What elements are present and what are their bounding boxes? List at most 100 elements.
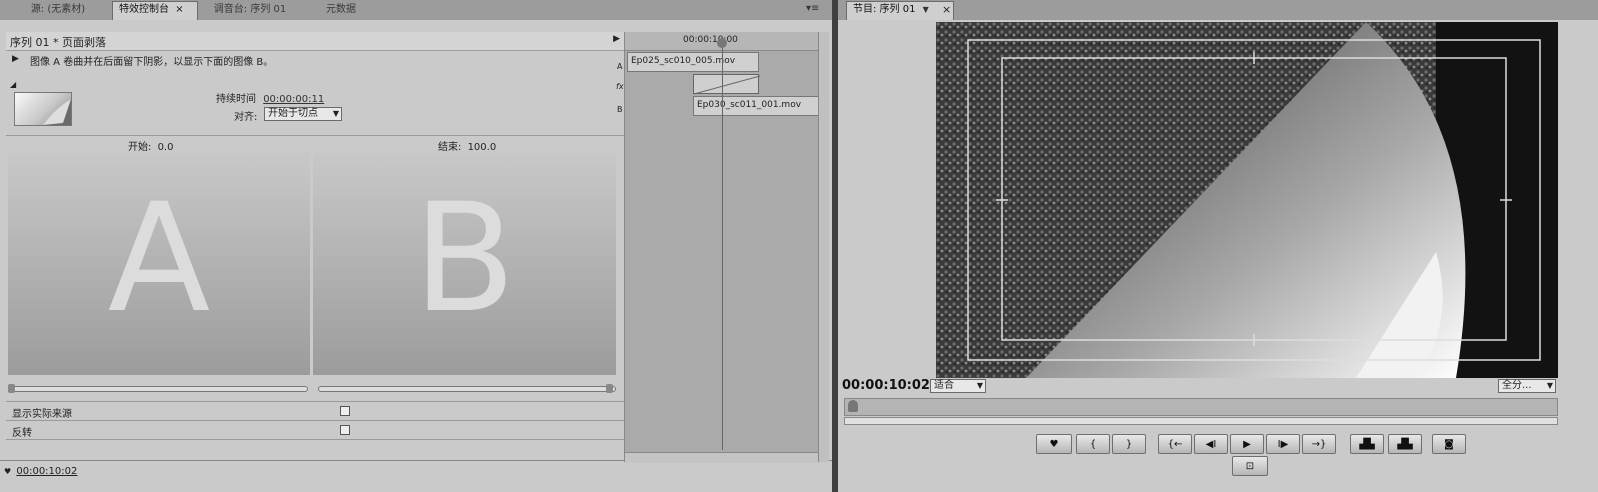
vertical-scrollbar[interactable] bbox=[818, 32, 829, 462]
close-icon[interactable]: × bbox=[942, 3, 951, 16]
mark-out-icon: } bbox=[1125, 438, 1133, 450]
step-forward-button[interactable]: I▶ bbox=[1266, 434, 1300, 454]
playhead-icon[interactable] bbox=[717, 38, 727, 48]
reverse-checkbox[interactable] bbox=[340, 425, 350, 435]
program-timecode[interactable]: 00:00:10:02 bbox=[842, 378, 930, 393]
lift-icon: ▟▙ bbox=[1359, 438, 1375, 450]
tab-program-label: 节目: 序列 01 bbox=[853, 4, 916, 15]
chevron-down-icon: ▼ bbox=[1546, 381, 1553, 390]
left-tab-bar: 源: (无素材) 特效控制台 × 调音台: 序列 01 元数据 ▾≡ bbox=[0, 0, 832, 21]
step-forward-icon: I▶ bbox=[1277, 438, 1289, 450]
start-slider[interactable] bbox=[10, 386, 308, 392]
playhead-icon[interactable] bbox=[848, 400, 858, 412]
mark-in-icon: { bbox=[1089, 438, 1097, 450]
preview-letter-a: A bbox=[107, 172, 211, 346]
timeline-scrollbar[interactable] bbox=[625, 452, 819, 463]
tab-audio-mixer[interactable]: 调音台: 序列 01 bbox=[194, 2, 306, 18]
clip-b[interactable]: Ep030_sc011_001.mov bbox=[693, 96, 819, 116]
preview-start: A bbox=[8, 151, 310, 375]
go-to-in-button[interactable]: {← bbox=[1158, 434, 1192, 454]
expand-triangle-icon[interactable]: ▶ bbox=[12, 54, 19, 64]
extract-icon: ▟▙ bbox=[1397, 438, 1413, 450]
clip-b-name: Ep030_sc011_001.mov bbox=[697, 100, 802, 110]
divider bbox=[6, 401, 624, 402]
effect-header-bar: 序列 01 * 页面剥落 ▶ bbox=[6, 32, 624, 51]
preview-letter-b: B bbox=[413, 172, 516, 346]
corner-arrow-icon[interactable]: ◢ bbox=[10, 80, 16, 89]
marker-icon: ♥ bbox=[1049, 438, 1059, 450]
fit-dropdown-value: 适合 bbox=[934, 380, 954, 391]
zoom-scrollbar[interactable] bbox=[844, 417, 1558, 425]
end-slider[interactable] bbox=[318, 386, 616, 392]
clip-a-name: Ep025_sc010_005.mov bbox=[631, 56, 736, 66]
tab-metadata[interactable]: 元数据 bbox=[306, 2, 376, 18]
page-peel-icon bbox=[43, 99, 71, 125]
align-dropdown[interactable]: 开始于切点 ▼ bbox=[264, 107, 342, 121]
timeline-area: 00:00:10:00 Ep025_sc010_005.mov Ep030_sc… bbox=[624, 32, 819, 463]
go-to-out-icon: →} bbox=[1311, 438, 1327, 450]
transition-diagonal-icon bbox=[694, 75, 760, 95]
extract-button[interactable]: ▟▙ bbox=[1388, 434, 1422, 454]
export-frame-button[interactable]: ◙ bbox=[1432, 434, 1466, 454]
lift-button[interactable]: ▟▙ bbox=[1350, 434, 1384, 454]
camera-icon: ◙ bbox=[1444, 438, 1454, 450]
safe-margins-icon: ⊡ bbox=[1245, 460, 1255, 472]
marker-icon: ♥ bbox=[4, 467, 12, 476]
mark-out-button[interactable]: } bbox=[1112, 434, 1146, 454]
close-icon[interactable]: × bbox=[175, 4, 183, 15]
align-label: 对齐: bbox=[234, 112, 258, 123]
chevron-down-icon: ▼ bbox=[976, 381, 983, 390]
effect-header-title: 序列 01 * 页面剥落 bbox=[10, 36, 106, 49]
safe-margins-button[interactable]: ⊡ bbox=[1232, 456, 1268, 476]
playhead-line[interactable] bbox=[722, 40, 723, 450]
transition-thumbnail[interactable] bbox=[14, 92, 72, 126]
play-transition-icon[interactable]: ▶ bbox=[613, 34, 620, 44]
quality-dropdown-value: 全分... bbox=[1502, 380, 1532, 391]
preview-end: B bbox=[313, 151, 616, 375]
track-label-a: A bbox=[617, 62, 623, 71]
timeline-timecode: 00:00:10:00 bbox=[683, 35, 738, 45]
tab-source[interactable]: 源: (无素材) bbox=[4, 2, 112, 18]
end-slider-handle[interactable] bbox=[606, 384, 613, 393]
start-slider-handle[interactable] bbox=[8, 384, 15, 393]
tab-effect-controls[interactable]: 特效控制台 × bbox=[112, 1, 198, 20]
description-row: ▶ 图像 A 卷曲并在后面留下阴影，以显示下面的图像 B。 bbox=[6, 51, 624, 69]
go-to-out-button[interactable]: →} bbox=[1302, 434, 1336, 454]
step-back-button[interactable]: ◀I bbox=[1194, 434, 1228, 454]
clip-a[interactable]: Ep025_sc010_005.mov bbox=[627, 52, 759, 72]
play-button[interactable]: ▶ bbox=[1230, 434, 1264, 454]
tab-effect-controls-label: 特效控制台 bbox=[119, 4, 169, 15]
set-marker-button[interactable]: ♥ bbox=[1036, 434, 1072, 454]
divider bbox=[6, 135, 624, 136]
align-dropdown-value: 开始于切点 bbox=[268, 108, 318, 119]
transition-clip[interactable] bbox=[693, 74, 760, 95]
duration-row: 持续时间 00:00:00:11 bbox=[216, 90, 324, 105]
duration-label: 持续时间 bbox=[216, 94, 256, 105]
bottom-timecode[interactable]: 00:00:10:02 bbox=[16, 466, 77, 477]
tab-program[interactable]: 节目: 序列 01 ▼ bbox=[846, 1, 954, 20]
reverse-label: 反转 bbox=[12, 428, 32, 439]
mark-in-button[interactable]: { bbox=[1076, 434, 1110, 454]
track-label-fx: fx bbox=[616, 82, 624, 91]
show-actual-sources-checkbox[interactable] bbox=[340, 406, 350, 416]
bottom-timecode-row: ♥ 00:00:10:02 bbox=[4, 466, 77, 477]
effect-controls-panel: 序列 01 * 页面剥落 ▶ ▶ 图像 A 卷曲并在后面留下阴影，以显示下面的图… bbox=[0, 20, 832, 492]
show-actual-sources-label: 显示实际来源 bbox=[12, 409, 72, 420]
program-tab-bar: 节目: 序列 01 ▼ × bbox=[838, 0, 1598, 21]
program-monitor-panel: 00:00:10:02 适合 ▼ 全分... ▼ ♥ { } {← ◀I ▶ I… bbox=[838, 20, 1598, 492]
program-video bbox=[936, 22, 1558, 378]
chevron-down-icon[interactable]: ▼ bbox=[923, 5, 929, 14]
duration-value[interactable]: 00:00:00:11 bbox=[263, 94, 324, 105]
play-icon: ▶ bbox=[1243, 438, 1251, 450]
go-to-in-icon: {← bbox=[1167, 438, 1183, 450]
fit-dropdown[interactable]: 适合 ▼ bbox=[930, 379, 986, 393]
panel-menu-icon[interactable]: ▾≡ bbox=[806, 3, 819, 14]
chevron-down-icon: ▼ bbox=[332, 109, 339, 118]
track-label-b: B bbox=[617, 105, 623, 114]
divider bbox=[6, 420, 624, 421]
divider bbox=[6, 439, 624, 440]
quality-dropdown[interactable]: 全分... ▼ bbox=[1498, 379, 1556, 393]
program-frame-image bbox=[936, 22, 1558, 378]
time-ruler[interactable] bbox=[844, 398, 1558, 416]
step-back-icon: ◀I bbox=[1205, 438, 1217, 450]
